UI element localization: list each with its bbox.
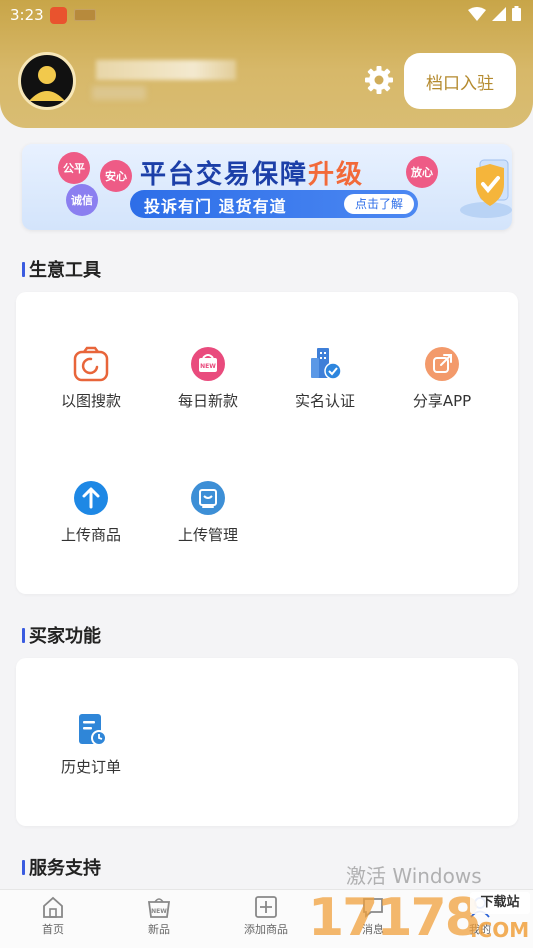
tool-label: 历史订单 [60,758,121,776]
tool-label: 实名认证 [294,392,355,410]
banner-tag: 安心 [100,160,132,192]
tool-share-app[interactable]: 分享APP [392,346,492,411]
nav-label: 添加商品 [244,923,288,936]
add-product-icon [255,896,277,918]
new-products-icon: NEW [147,898,171,918]
promo-banner[interactable]: 公平 安心 诚信 放心 平台交易保障升级 投诉有门 退货有道 点击了解 [22,144,512,230]
site-tag-watermark: 下载站 [470,892,530,914]
tool-label: 每日新款 [177,392,238,410]
notification-app-icon-2 [74,9,96,21]
banner-title-highlight: 升级 [308,160,365,190]
verify-building-icon [311,348,342,380]
upload-arrow-icon [74,481,108,515]
svg-text:NEW: NEW [200,363,216,370]
section-title-text: 买家功能 [29,626,101,647]
username-blurred [96,60,236,80]
nav-item-home[interactable]: 首页 [18,896,88,937]
business-tools-card: 以图搜款 NEW 每日新款 实名认证 分享APP 上传商品 上传管理 [16,292,518,594]
tool-label: 上传商品 [60,526,121,544]
tool-label: 分享APP [412,392,472,410]
tool-daily-new[interactable]: NEW 每日新款 [158,346,258,411]
battery-icon [512,6,521,21]
tool-upload-manage[interactable]: 上传管理 [158,480,258,545]
new-bag-icon: NEW [191,347,225,381]
user-id-blurred [92,86,146,100]
banner-title-main: 平台交易保障 [140,160,309,190]
tool-order-history[interactable]: 历史订单 [41,712,141,777]
upload-manage-icon [191,481,225,515]
section-title-service-support: 服务支持 [22,854,101,880]
section-title-text: 生意工具 [29,260,101,281]
banner-subtitle: 投诉有门 退货有道 [144,197,287,216]
site-suffix-watermark: .COM [470,918,530,942]
banner-tag: 公平 [58,152,90,184]
stall-enter-button[interactable]: 档口入驻 [404,53,516,109]
status-time: 3:23 [10,6,44,24]
avatar[interactable] [18,52,76,110]
site-logo-watermark: 17178 [308,888,481,948]
buyer-functions-card: 历史订单 [16,658,518,826]
section-title-text: 服务支持 [29,858,101,879]
banner-tag: 诚信 [66,184,98,216]
section-title-business-tools: 生意工具 [22,256,101,282]
tool-image-search[interactable]: 以图搜款 [41,346,141,411]
shield-icon [460,159,512,218]
wifi-icon [468,6,486,21]
activate-windows-watermark: 激活 Windows [346,864,482,888]
nav-item-new[interactable]: NEW 新品 [124,896,194,937]
home-icon [43,896,63,918]
order-history-icon [79,714,107,746]
tool-label: 上传管理 [177,526,238,544]
banner-learn-more-button[interactable]: 点击了解 [344,194,414,214]
svg-text:NEW: NEW [151,908,167,915]
banner-title: 平台交易保障升级 [140,154,364,191]
notification-app-icon [50,7,67,24]
camera-search-icon [73,346,109,382]
section-title-buyer-functions: 买家功能 [22,622,101,648]
nav-label: 新品 [148,923,170,936]
tool-upload-product[interactable]: 上传商品 [41,480,141,545]
nav-label: 首页 [42,923,64,936]
share-icon [425,347,459,381]
gear-icon[interactable] [363,64,395,96]
nav-item-add-product[interactable]: 添加商品 [231,896,301,937]
tool-label: 以图搜款 [60,392,121,410]
status-indicators [468,6,521,21]
signal-icon [492,6,506,21]
tool-real-name-auth[interactable]: 实名认证 [275,346,375,411]
banner-tag: 放心 [406,156,438,188]
profile-header: 3:23 档口入驻 [0,0,533,128]
